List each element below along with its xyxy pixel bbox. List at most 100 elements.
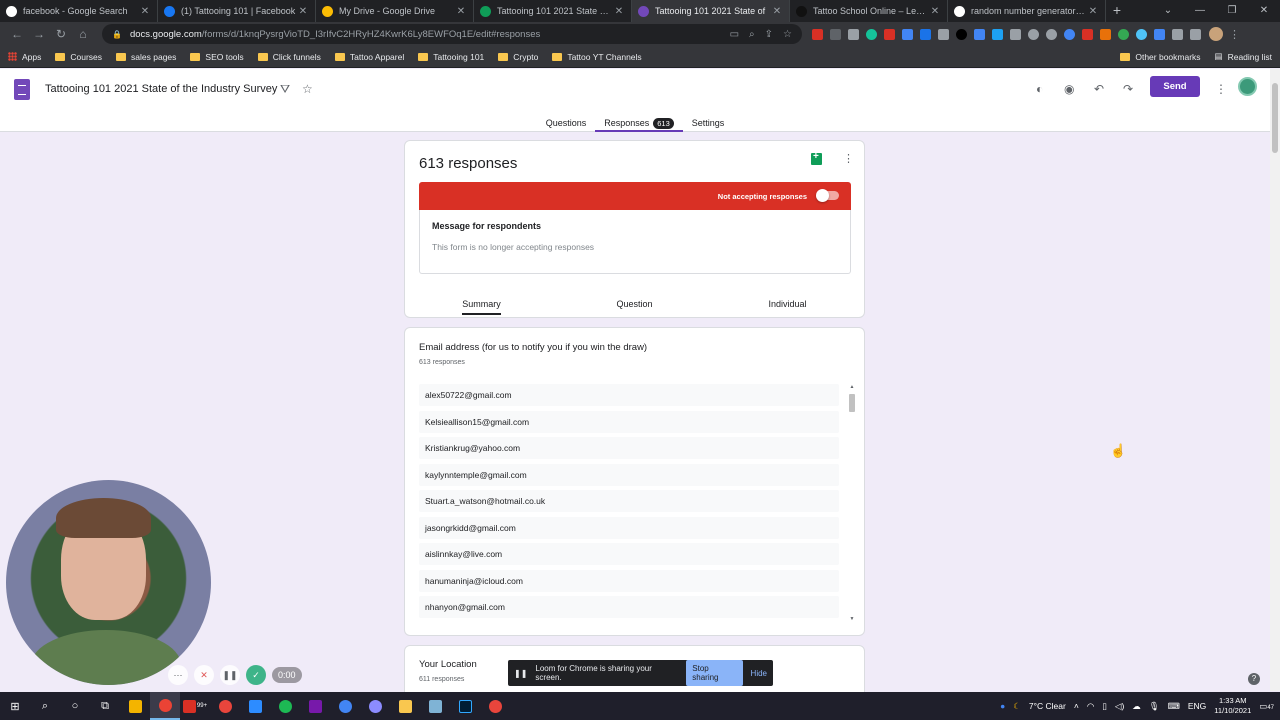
loom-more-icon[interactable]: ⋯ [168,665,188,685]
help-icon[interactable]: ? [1248,673,1260,685]
form-title[interactable]: Tattooing 101 2021 State of the Industry… [45,83,277,95]
bookmark-item[interactable]: Click funnels [257,52,321,62]
browser-tab[interactable]: Tattooing 101 2021 State of ✕ [632,0,790,22]
windows-start-icon[interactable]: ⊞ [0,692,30,720]
onenote-icon[interactable] [300,692,330,720]
file-explorer-icon[interactable] [390,692,420,720]
chrome-taskbar-icon[interactable] [150,692,180,720]
extension-icon[interactable] [1010,28,1021,40]
tab-question[interactable]: Question [558,299,711,319]
scrollbar-thumb[interactable] [1272,83,1278,153]
mic-icon[interactable]: 🎙 [1149,701,1160,712]
email-response-list[interactable]: alex50722@gmail.com Kelsieallison15@gmail… [419,384,839,623]
loom-cancel-icon[interactable]: ✕ [194,665,214,685]
browser-tab[interactable]: Tattoo School Online – Learn To ✕ [790,0,948,22]
list-scrollbar[interactable]: ▲ ▼ [848,384,856,622]
loom-finish-icon[interactable]: ✓ [246,665,266,685]
weather-text[interactable]: 7°C Clear [1029,701,1066,711]
extensions-puzzle-icon[interactable] [1190,28,1201,40]
scrollbar-thumb[interactable] [849,394,855,412]
extension-icon[interactable] [848,28,859,40]
other-bookmarks[interactable]: Other bookmarks [1120,51,1201,62]
extension-icon[interactable] [1154,28,1165,40]
search-icon[interactable]: ⌕ [30,692,60,720]
search-tabs-icon[interactable]: ⌄ [1152,0,1184,22]
extension-icon[interactable] [830,28,841,40]
lock-icon[interactable]: 🔒 [112,30,122,39]
app-icon[interactable] [480,692,510,720]
close-tab-icon[interactable]: ✕ [297,6,309,17]
extension-icon[interactable] [1100,28,1111,40]
extension-icon[interactable] [884,28,895,40]
restore-button[interactable]: ❐ [1216,0,1248,22]
notifications-icon[interactable]: ▭47 [1259,701,1274,712]
extension-icon[interactable] [902,28,913,40]
more-options-icon[interactable]: ⋮ [1215,82,1227,96]
zoom-app-icon[interactable] [240,692,270,720]
tab-questions[interactable]: Questions [537,114,596,132]
home-icon[interactable]: ⌂ [72,27,94,41]
bookmark-star-icon[interactable]: ☆ [783,29,792,40]
page-scrollbar[interactable] [1270,69,1280,691]
browser-tab[interactable]: random number generator - Go ✕ [948,0,1106,22]
tray-app-icon[interactable]: ● [1000,701,1005,711]
undo-icon[interactable]: ↶ [1094,82,1104,96]
bookmark-item[interactable]: Tattoo Apparel [334,52,404,62]
profile-avatar[interactable] [1209,27,1223,41]
minimize-button[interactable]: — [1184,0,1216,22]
app-icon[interactable] [210,692,240,720]
store-icon[interactable] [120,692,150,720]
share-icon[interactable]: ⇪ [765,29,773,40]
send-button[interactable]: Send [1150,76,1200,97]
close-tab-icon[interactable]: ✕ [139,6,151,17]
message-text[interactable]: This form is no longer accepting respons… [432,242,594,252]
battery-icon[interactable]: ▯ [1102,701,1107,712]
scroll-down-icon[interactable]: ▼ [848,616,856,622]
wifi-icon[interactable]: ◠ [1087,701,1094,712]
extension-icon[interactable] [1046,28,1057,40]
extension-icon[interactable] [938,28,949,40]
preview-eye-icon[interactable]: ◉ [1064,82,1074,96]
weather-icon[interactable]: ☾ [1013,701,1021,712]
bookmark-item[interactable]: Apps [8,52,41,62]
bookmark-item[interactable]: SEO tools [190,52,244,62]
photoshop-icon[interactable] [450,692,480,720]
back-icon[interactable]: ← [6,27,28,41]
spotify-icon[interactable] [270,692,300,720]
scroll-up-icon[interactable]: ▲ [848,384,856,390]
extension-icon[interactable] [866,28,877,40]
tab-summary[interactable]: Summary [405,299,558,319]
browser-tab[interactable]: My Drive - Google Drive ✕ [316,0,474,22]
cast-icon[interactable]: ▭ [730,29,739,40]
extension-icon[interactable] [992,28,1003,40]
browser-tab[interactable]: Tattooing 101 2021 State of the ✕ [474,0,632,22]
chrome-menu-icon[interactable]: ⋮ [1229,28,1240,41]
bookmark-item[interactable]: Tattoo YT Channels [552,52,642,62]
star-icon[interactable]: ☆ [302,82,313,96]
close-window-button[interactable]: ✕ [1248,0,1280,22]
address-bar[interactable]: 🔒 docs.google.com /forms/d/1knqPysrgVioT… [102,24,802,44]
redo-icon[interactable]: ↷ [1123,82,1133,96]
loom-pause-icon[interactable]: ❚❚ [220,665,240,685]
tab-settings[interactable]: Settings [683,114,734,132]
close-tab-icon[interactable]: ✕ [455,6,467,17]
accepting-responses-toggle[interactable] [816,189,839,202]
extension-icon[interactable] [812,28,823,40]
stop-sharing-button[interactable]: Stop sharing [686,660,743,686]
browser-tab[interactable]: (1) Tattooing 101 | Facebook ✕ [158,0,316,22]
loom-webcam-bubble[interactable] [6,480,211,685]
hide-button[interactable]: Hide [751,669,767,678]
google-forms-icon[interactable] [14,79,30,100]
close-tab-icon[interactable]: ✕ [613,6,625,17]
zoom-icon[interactable]: ⌕ [749,29,755,40]
extension-icon[interactable] [1082,28,1093,40]
forward-icon[interactable]: → [28,27,50,41]
cortana-icon[interactable]: ○ [60,692,90,720]
tray-expand-icon[interactable]: ˄ [1074,701,1079,711]
clock[interactable]: 1:33 AM 11/10/2021 [1214,696,1251,716]
extension-icon[interactable] [1136,28,1147,40]
app-icon[interactable] [330,692,360,720]
responses-more-icon[interactable]: ⋮ [843,152,854,165]
settings-icon[interactable] [360,692,390,720]
browser-tab[interactable]: facebook - Google Search ✕ [0,0,158,22]
